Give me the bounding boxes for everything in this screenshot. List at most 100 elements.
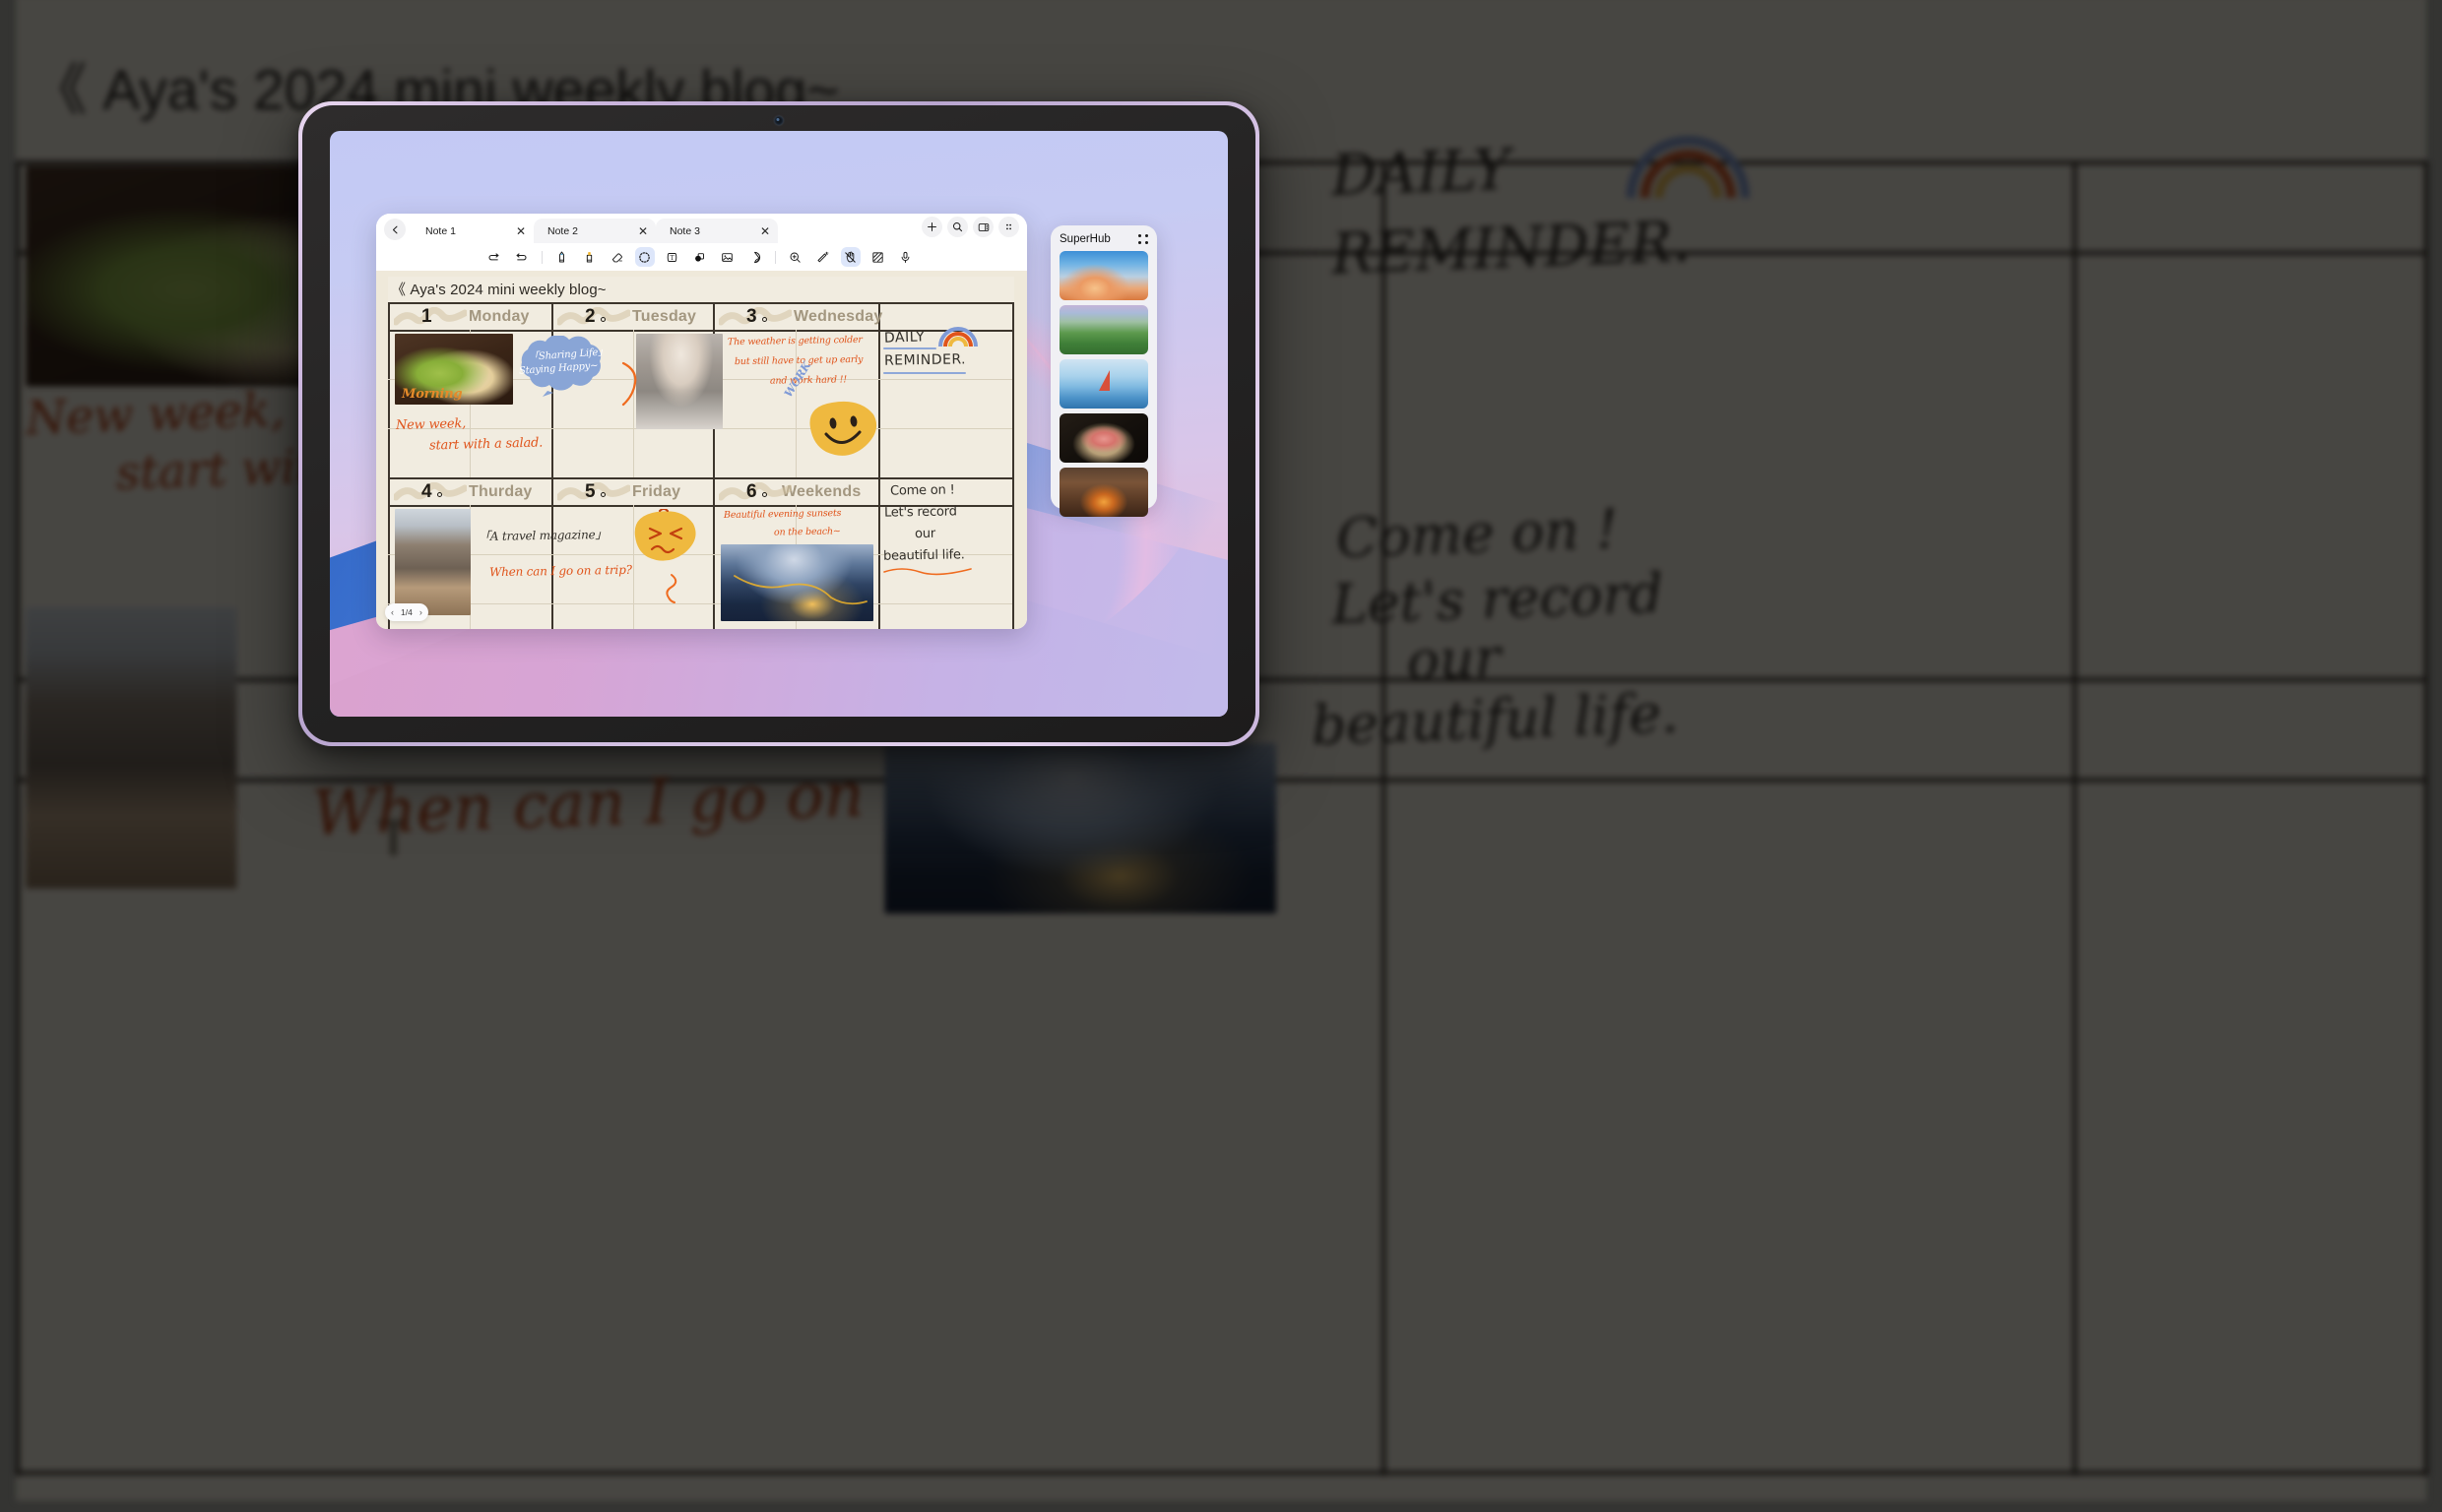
highlighter-icon [586,251,593,262]
thumbnail-sunrise[interactable] [1060,251,1148,300]
text-box-button[interactable]: T [663,247,682,267]
tab-bar: Note 1 ✕ Note 2 ✕ Note 3 ✕ [376,214,1027,243]
page-indicator: 1/4 [401,607,413,617]
photo-old-street[interactable] [395,509,471,615]
day-header-friday: 5 Friday [555,478,680,506]
more-dots-icon[interactable] [1138,234,1148,244]
day-name: Thurday [469,483,533,500]
shape-button[interactable] [690,247,710,267]
reminder-underline-1 [883,347,936,349]
magic-wand-button[interactable] [813,247,833,267]
eraser-button[interactable] [608,247,627,267]
superhub-panel: SuperHub [1051,225,1157,517]
zoom-in-button[interactable] [786,247,805,267]
day-header-tuesday: 2 Tuesday [555,303,696,331]
weekend-note-line-2: on the beach~ [773,526,841,538]
tab-label: Note 3 [670,224,700,237]
insert-image-button[interactable] [718,247,738,267]
close-icon[interactable]: ✕ [638,225,648,237]
tablet-bezel: Note 1 ✕ Note 2 ✕ Note 3 ✕ T 《 Aya's 202… [302,105,1255,742]
lasso-select-button[interactable] [634,247,655,267]
sticker-icon [753,251,761,263]
close-icon[interactable]: ✕ [516,225,526,237]
redo-icon [516,252,527,260]
photo-winter-outfit[interactable] [636,334,723,429]
thumbnail-toast[interactable] [1060,413,1148,463]
highlighter-button[interactable] [580,247,600,267]
shape-icon [695,252,704,262]
monday-note-line-1: New week, [395,416,467,433]
day-number: 6 [746,481,757,502]
magic-wand-icon [817,251,829,262]
day-header-weekends: 6 Weekends [717,478,861,506]
tab-label: Note 2 [547,224,578,237]
day-name: Tuesday [632,308,697,325]
note-canvas[interactable]: 《 Aya's 2024 mini weekly blog~ 1 Monday … [376,271,1027,629]
tab-actions [922,217,1019,237]
pattern-icon [872,251,883,263]
thursday-note-line-1: 「A travel magazine」 [478,527,608,544]
day-header-wednesday: 3 Wednesday [717,303,882,331]
more-options-button[interactable] [998,217,1019,237]
pen-icon [559,251,564,262]
orange-question-squiggle-icon [666,574,677,603]
day-name: Wednesday [794,308,883,325]
palm-reject-button[interactable] [840,247,861,267]
search-icon [952,221,963,232]
monday-note-line-2: start with a salad. [428,435,544,454]
coastline-highlight-icon [734,575,868,605]
tablet-device: Note 1 ✕ Note 2 ✕ Note 3 ✕ T 《 Aya's 202… [298,101,1259,746]
motto-line-4: beautiful life. [882,547,965,564]
undo-button[interactable] [484,247,504,267]
day-header-thursday: 4 Thurday [392,478,533,506]
page-navigation: ‹ 1/4 › [385,603,428,621]
close-icon[interactable]: ✕ [760,225,770,237]
next-page-button[interactable]: › [419,607,422,617]
reminder-title-line-1: DAILY [883,329,926,346]
day-number: 4 [421,481,432,502]
thumbnail-campfire[interactable] [1060,468,1148,517]
tab-label: Note 1 [425,224,456,237]
thursday-note-line-2: When can I go on a trip? [488,562,632,580]
tab-note-1[interactable]: Note 1 ✕ [412,219,534,243]
plus-icon [928,222,936,231]
motto-line-3: our [914,526,936,542]
prev-page-button[interactable]: ‹ [391,607,394,617]
zoom-in-icon [790,252,801,263]
day-number: 3 [746,306,757,327]
monday-photo-caption: Morning [402,387,463,402]
superhub-header: SuperHub [1060,233,1148,245]
orange-squiggle-icon [621,361,637,407]
front-camera-icon [774,116,784,125]
thumbnail-vineyard[interactable] [1060,305,1148,354]
day-degree-dot [762,492,767,497]
planner-title: 《 Aya's 2024 mini weekly blog~ [391,282,607,298]
day-number: 2 [585,306,596,327]
microphone-icon [901,251,910,263]
split-view-button[interactable] [973,217,994,237]
add-note-button[interactable] [922,217,942,237]
drawing-toolbar: T [376,243,1027,271]
toolbar-divider [541,250,543,264]
back-button[interactable] [384,219,406,240]
day-degree-dot [601,317,606,322]
day-degree-dot [601,492,606,497]
search-button[interactable] [947,217,968,237]
reminder-title-line-2: REMINDER. [883,351,967,369]
rainbow-icon [938,327,978,347]
image-icon [722,252,733,262]
background-button[interactable] [868,247,888,267]
pen-button[interactable] [552,247,572,267]
thumbnail-sailboat[interactable] [1060,359,1148,409]
reminder-underline-2 [883,372,966,374]
eraser-icon [611,252,622,262]
weekly-planner: 《 Aya's 2024 mini weekly blog~ 1 Monday … [388,277,1014,629]
voice-record-button[interactable] [896,247,916,267]
sticker-button[interactable] [745,247,765,267]
tab-note-3[interactable]: Note 3 ✕ [656,219,778,243]
notes-window: Note 1 ✕ Note 2 ✕ Note 3 ✕ T 《 Aya's 202… [376,214,1027,629]
more-dots-icon [1006,223,1011,230]
tab-note-2[interactable]: Note 2 ✕ [534,219,656,243]
tablet-screen: Note 1 ✕ Note 2 ✕ Note 3 ✕ T 《 Aya's 202… [330,131,1228,717]
redo-button[interactable] [512,247,532,267]
